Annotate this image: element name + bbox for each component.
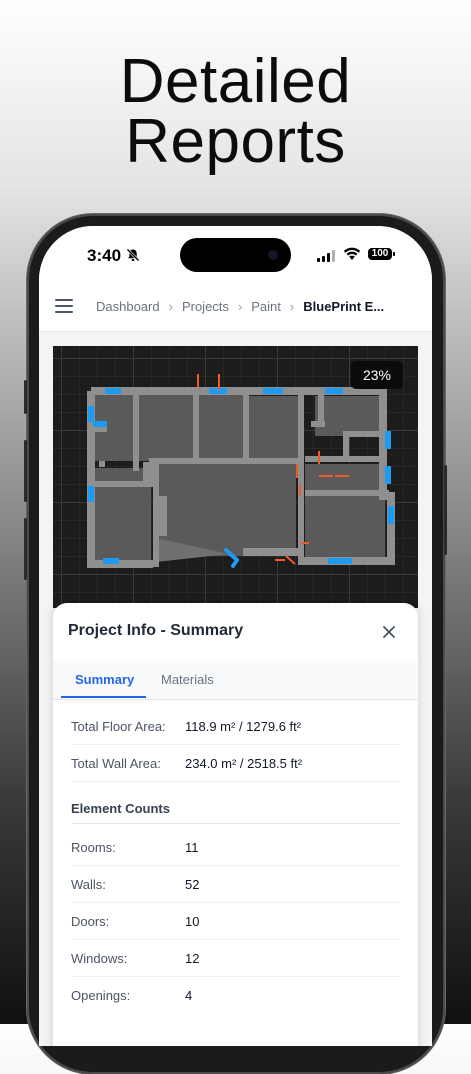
wall-area-row: Total Wall Area: 234.0 m² / 2518.5 ft²	[71, 745, 400, 782]
wall-area-label: Total Wall Area:	[71, 756, 161, 771]
sheet-title: Project Info - Summary	[68, 622, 244, 639]
chevron-right-icon: ›	[168, 299, 173, 314]
headline-line-2: Reports	[125, 107, 346, 176]
chevron-right-icon: ›	[289, 299, 295, 314]
breadcrumb: Dashboard › Projects › Paint › BluePrint E...	[96, 299, 384, 314]
wifi-icon	[343, 247, 361, 266]
count-label: Doors:	[71, 914, 110, 929]
sheet-header: Project Info - Summary	[53, 603, 418, 662]
count-value: 52	[185, 877, 200, 892]
count-row-windows: Windows: 12	[71, 940, 400, 977]
headline-line-1: Detailed	[119, 47, 352, 116]
breadcrumb-projects[interactable]: Projects	[182, 299, 229, 314]
phone-volume-down-button	[24, 518, 27, 580]
breadcrumb-current: BluePrint E...	[303, 299, 385, 314]
camera-icon	[268, 250, 278, 260]
hamburger-menu-icon[interactable]	[55, 299, 73, 313]
dynamic-island	[180, 238, 291, 272]
floorplan-canvas[interactable]: 23%	[53, 346, 418, 608]
signal-icon	[317, 249, 335, 267]
wall-area-value: 234.0 m² / 2518.5 ft²	[185, 756, 303, 771]
count-value: 12	[185, 951, 200, 966]
count-row-doors: Doors: 10	[71, 903, 400, 940]
floor-area-row: Total Floor Area: 118.9 m² / 1279.6 ft²	[71, 708, 400, 745]
count-value: 4	[185, 988, 193, 1003]
active-tab-indicator	[61, 696, 146, 698]
count-value: 11	[185, 840, 199, 855]
phone-power-button	[444, 465, 447, 555]
count-label: Walls:	[71, 877, 106, 892]
close-icon[interactable]	[380, 623, 398, 641]
battery-icon: 100	[368, 248, 395, 260]
element-counts-title: Element Counts	[71, 801, 170, 816]
count-row-rooms: Rooms: 11	[71, 829, 400, 866]
tab-bar: Summary Materials	[53, 661, 418, 700]
tab-materials[interactable]: Materials	[161, 672, 214, 687]
floor-area-value: 118.9 m² / 1279.6 ft²	[185, 719, 302, 734]
breadcrumb-dashboard[interactable]: Dashboard	[96, 299, 160, 314]
floor-area-label: Total Floor Area:	[71, 719, 166, 734]
zoom-level-badge: 23%	[351, 361, 403, 389]
phone-action-button	[24, 380, 27, 414]
count-label: Rooms:	[71, 840, 116, 855]
headline: Detailed Reports	[0, 47, 471, 176]
chevron-right-icon: ›	[237, 299, 243, 314]
bell-slash-icon	[126, 248, 140, 267]
top-nav-bar: Dashboard › Projects › Paint › BluePrint E...	[39, 284, 432, 332]
status-time: 3:40	[87, 246, 122, 265]
count-label: Openings:	[71, 988, 131, 1003]
project-info-sheet: Project Info - Summary Summary Materials…	[53, 603, 418, 1046]
phone-volume-up-button	[24, 440, 27, 502]
breadcrumb-paint[interactable]: Paint	[251, 299, 281, 314]
tab-summary[interactable]: Summary	[75, 672, 134, 687]
count-row-walls: Walls: 52	[71, 866, 400, 903]
count-label: Windows:	[71, 951, 128, 966]
count-row-openings: Openings: 4	[71, 977, 400, 1013]
phone-screen: 3:40 100 Dashboard › Projects › Paint › …	[39, 226, 432, 1046]
element-counts-heading: Element Counts	[71, 793, 400, 824]
status-bar: 3:40 100	[39, 226, 432, 284]
count-value: 10	[185, 914, 200, 929]
